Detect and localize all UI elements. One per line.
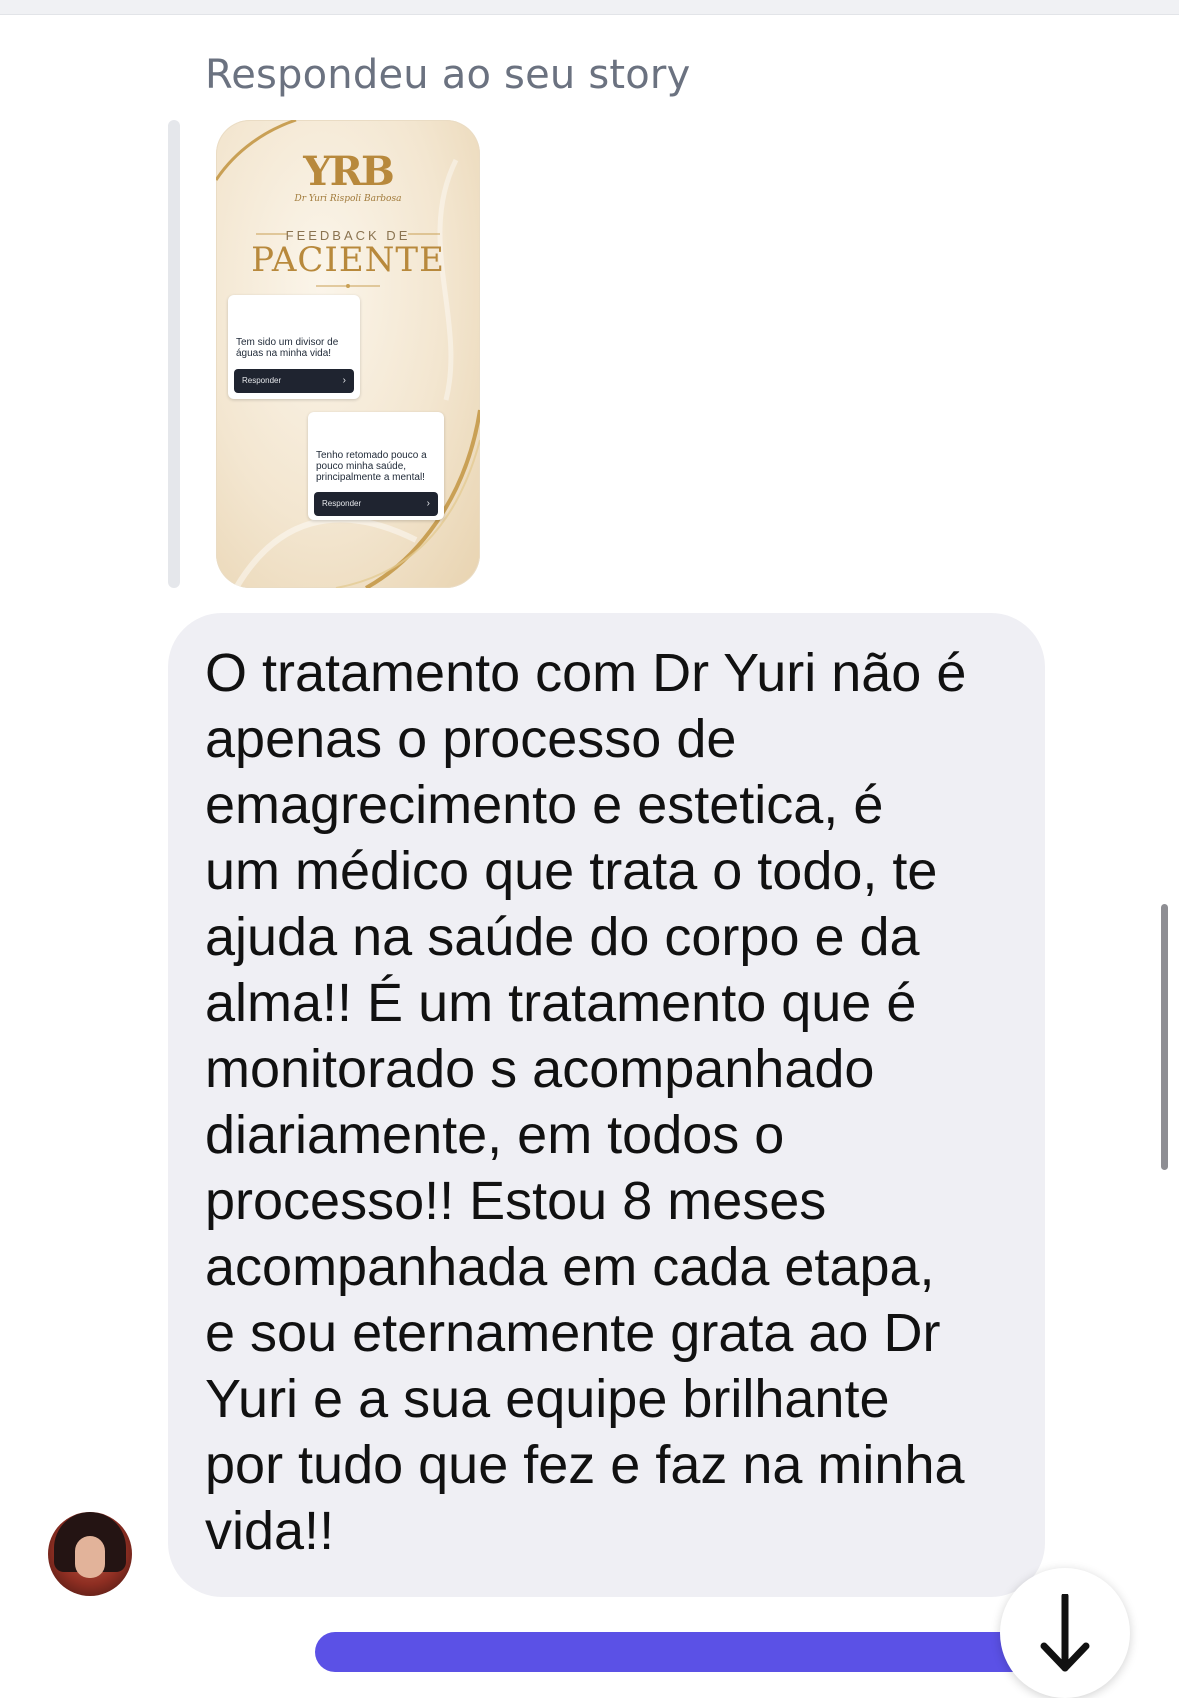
quote-indicator-bar <box>168 120 180 588</box>
brand-logo-subtitle: Dr Yuri Rispoli Barbosa <box>294 194 402 204</box>
responder-button: Responder › <box>314 492 438 516</box>
message-text: O tratamento com Dr Yuri não é apenas o … <box>205 643 967 1561</box>
brand-logo: YRB <box>303 148 395 195</box>
chevron-right-icon: › <box>342 375 346 386</box>
sender-avatar[interactable] <box>48 1512 132 1596</box>
top-header-strip <box>0 0 1179 15</box>
responder-button-label: Responder <box>242 376 282 385</box>
question-text: Tem sido um divisor de águas na minha vi… <box>236 337 339 359</box>
scroll-to-bottom-button[interactable] <box>1000 1568 1130 1698</box>
story-reply-label: Respondeu ao seu story <box>205 52 691 98</box>
story-heading-large: PACIENTE <box>251 240 445 280</box>
question-text: Tenho retomado pouco a pouco minha saúde… <box>316 450 427 483</box>
story-question-card: Tem sido um divisor de águas na minha vi… <box>228 295 360 399</box>
scrollbar-thumb[interactable] <box>1161 904 1168 1170</box>
responder-button: Responder › <box>234 369 354 393</box>
outgoing-message-bubble[interactable] <box>315 1632 1075 1672</box>
responder-button-label: Responder <box>322 499 362 508</box>
story-thumbnail[interactable]: YRB Dr Yuri Rispoli Barbosa FEEDBACK DE … <box>216 120 480 588</box>
story-question-card: Tenho retomado pouco a pouco minha saúde… <box>308 412 444 520</box>
chevron-right-icon: › <box>426 498 430 509</box>
arrow-down-icon <box>1040 1594 1090 1672</box>
